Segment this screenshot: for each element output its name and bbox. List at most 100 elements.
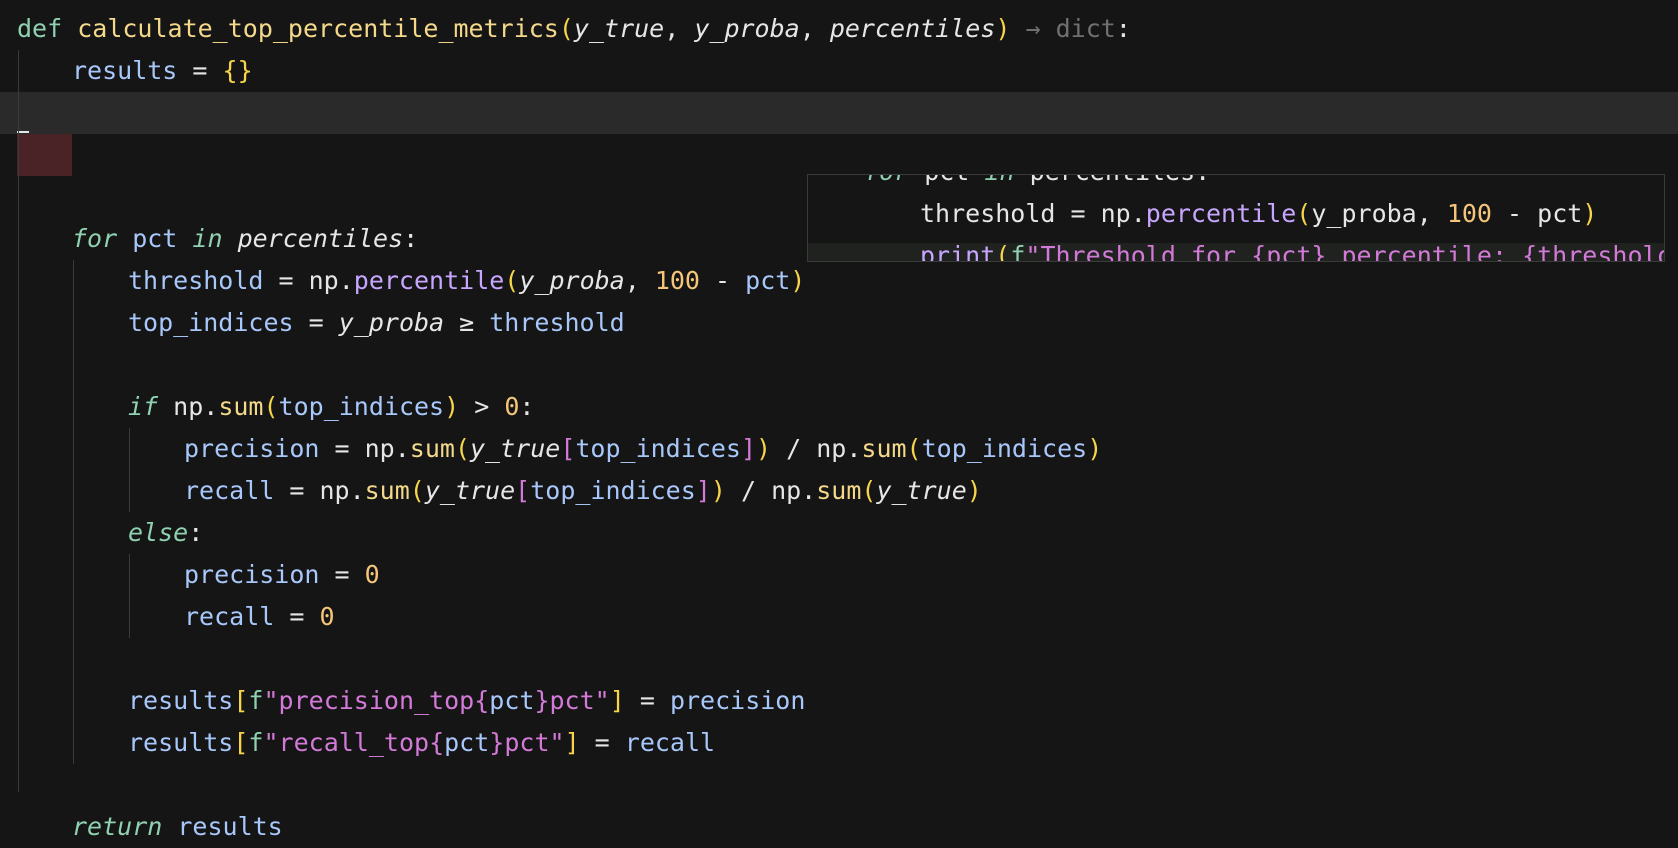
loop-var: pct — [117, 224, 193, 253]
keyword-if: if — [128, 392, 159, 421]
variable: top_indices — [575, 434, 741, 463]
param: percentiles — [829, 14, 996, 43]
loop-var: pct — [909, 175, 984, 186]
paren: ) — [710, 476, 726, 505]
paren: ( — [1296, 199, 1312, 228]
code-line-results-recall[interactable]: results[f"recall_top{pct}pct"] = recall — [0, 722, 1678, 764]
paren: ) — [995, 14, 1011, 43]
code-line-def[interactable]: def calculate_top_percentile_metrics(y_t… — [0, 8, 1678, 50]
string: precision_top — [278, 686, 475, 715]
operator: - — [699, 266, 746, 295]
string: pct — [549, 686, 595, 715]
error-highlight — [17, 134, 72, 176]
method: percentile — [1145, 199, 1297, 228]
operator: = — [177, 56, 223, 85]
function-name: calculate_top_percentile_metrics — [77, 14, 559, 43]
brace: { — [474, 686, 490, 715]
number: 100 — [654, 266, 700, 295]
return-type: dict — [1055, 14, 1116, 43]
variable: precision — [669, 686, 806, 715]
variable: top_indices — [128, 308, 294, 337]
brace: } — [489, 728, 505, 757]
code-line-return[interactable]: return results — [0, 806, 1678, 848]
colon: : — [188, 518, 204, 547]
code-line-precision[interactable]: precision = np.sum(y_true[top_indices]) … — [0, 428, 1678, 470]
variable: top_indices — [921, 434, 1088, 463]
peek-line-print: print(f"Threshold for {pct} percentile: … — [808, 235, 1664, 262]
bracket: ] — [695, 476, 711, 505]
operator: = — [293, 308, 339, 337]
number: 0 — [319, 602, 335, 631]
paren: ) — [1582, 199, 1598, 228]
number: 0 — [504, 392, 520, 421]
bracket: [ — [560, 434, 576, 463]
variable: results — [128, 686, 234, 715]
colon: : — [403, 224, 419, 253]
keyword-for: for — [72, 224, 118, 253]
comma: , — [799, 14, 830, 43]
keyword-return: return — [72, 812, 163, 841]
operator: = — [579, 728, 625, 757]
param: percentiles: — [1015, 175, 1211, 186]
code-line-else[interactable]: else: — [0, 512, 1678, 554]
method: sum — [409, 434, 455, 463]
code-line-top-indices[interactable]: top_indices = y_proba ≥ threshold — [0, 302, 1678, 344]
operator: = — [624, 686, 670, 715]
code-line-recall[interactable]: recall = np.sum(y_true[top_indices]) / n… — [0, 470, 1678, 512]
paren: ) — [966, 476, 982, 505]
quote: " — [263, 686, 279, 715]
comma: , — [664, 14, 695, 43]
module: np. — [308, 266, 354, 295]
colon: : — [1115, 14, 1131, 43]
variable: precision — [184, 434, 320, 463]
variable: pct — [1537, 199, 1583, 228]
variable: results — [128, 728, 234, 757]
bracket: [ — [233, 728, 249, 757]
number: 0 — [364, 560, 380, 589]
param: y_proba — [694, 14, 800, 43]
method: sum — [364, 476, 410, 505]
param: y_proba — [338, 308, 445, 337]
method: sum — [816, 476, 862, 505]
paren: ( — [861, 476, 877, 505]
comma: , — [624, 266, 655, 295]
quote: " — [594, 686, 610, 715]
variable: threshold — [489, 308, 625, 337]
code-line-precision-zero[interactable]: precision = 0 — [0, 554, 1678, 596]
paren: ) — [790, 266, 806, 295]
fstring-prefix: f — [1010, 241, 1026, 262]
param: y_true — [573, 14, 665, 43]
operator: = — [274, 476, 320, 505]
variable: top_indices — [530, 476, 696, 505]
paren: ( — [409, 476, 425, 505]
module: np. — [364, 434, 410, 463]
inline-suggestion-popup[interactable]: for pct in percentiles: threshold = np.p… — [807, 174, 1665, 262]
return-arrow: → — [1010, 14, 1056, 43]
current-line-highlight — [0, 92, 1678, 134]
operator: = — [274, 602, 320, 631]
code-line-results-precision[interactable]: results[f"precision_top{pct}pct"] = prec… — [0, 680, 1678, 722]
variable: threshold — [920, 199, 1056, 228]
code-line-results-init[interactable]: results = {} — [0, 50, 1678, 92]
module: np. — [771, 476, 817, 505]
number: 100 — [1446, 199, 1492, 228]
paren: ) — [444, 392, 460, 421]
method: sum — [218, 392, 264, 421]
code-editor[interactable]: def calculate_top_percentile_metrics(y_t… — [0, 0, 1678, 841]
param: y_proba — [1311, 199, 1417, 228]
operator: / — [771, 434, 817, 463]
quote: " — [263, 728, 279, 757]
peek-line-threshold: threshold = np.percentile(y_proba, 100 -… — [808, 193, 1664, 235]
paren: ( — [263, 392, 279, 421]
fstring-prefix: f — [248, 686, 264, 715]
fstring-var: pct — [489, 686, 535, 715]
comma: , — [1416, 199, 1447, 228]
code-line-if[interactable]: if np.sum(top_indices) > 0: — [0, 386, 1678, 428]
colon: : — [519, 392, 535, 421]
operator: = — [319, 434, 365, 463]
code-line-threshold[interactable]: threshold = np.percentile(y_proba, 100 -… — [0, 260, 1678, 302]
dict-literal: {} — [222, 56, 253, 85]
variable: threshold — [128, 266, 264, 295]
method: print — [920, 241, 996, 262]
code-line-recall-zero[interactable]: recall = 0 — [0, 596, 1678, 638]
